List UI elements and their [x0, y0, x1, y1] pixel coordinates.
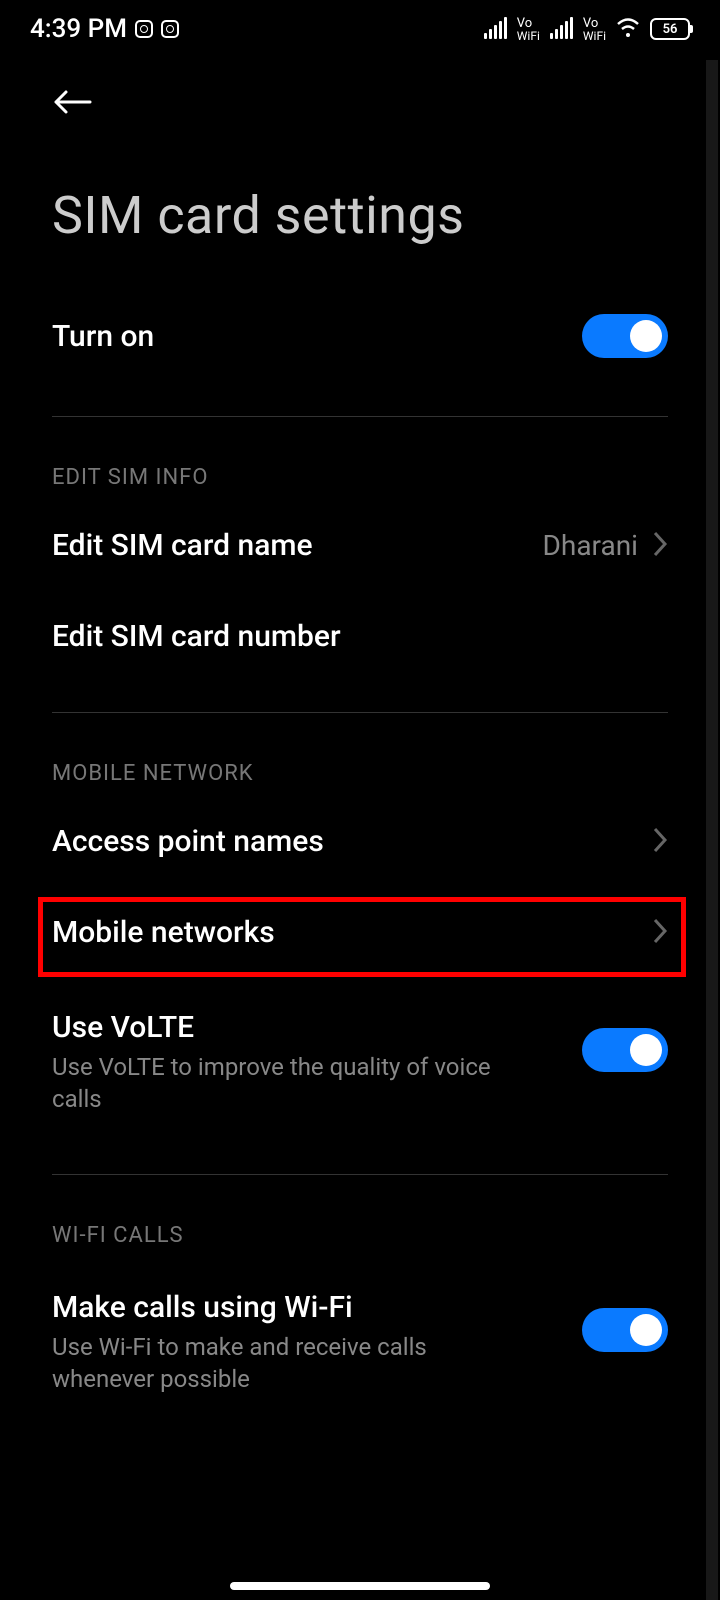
chevron-right-icon	[652, 917, 668, 949]
battery-indicator: 56	[650, 18, 690, 40]
scrollbar[interactable]	[706, 60, 718, 1600]
edit-sim-name-value: Dharani	[543, 529, 638, 562]
divider	[52, 712, 668, 713]
turn-on-label: Turn on	[52, 319, 154, 354]
volte-toggle[interactable]	[582, 1028, 668, 1072]
page-title: SIM card settings	[0, 130, 720, 286]
turn-on-toggle[interactable]	[582, 314, 668, 358]
status-time: 4:39 PM	[30, 14, 127, 44]
volte-row[interactable]: Use VoLTE Use VoLTE to improve the quali…	[52, 978, 668, 1144]
apn-label: Access point names	[52, 824, 324, 859]
volte-label: Use VoLTE	[52, 1010, 532, 1045]
vowifi-indicator: Vo WiFi	[583, 17, 606, 42]
edit-sim-name-label: Edit SIM card name	[52, 528, 313, 563]
signal-icon	[484, 19, 507, 39]
turn-on-row[interactable]: Turn on	[52, 286, 668, 386]
wifi-calls-row[interactable]: Make calls using Wi-Fi Use Wi-Fi to make…	[52, 1258, 668, 1424]
edit-sim-name-row[interactable]: Edit SIM card name Dharani	[52, 500, 668, 591]
back-button[interactable]	[52, 88, 668, 120]
edit-sim-number-row[interactable]: Edit SIM card number	[52, 591, 668, 682]
section-edit-sim-info: EDIT SIM INFO	[52, 437, 668, 500]
status-bar: 4:39 PM Vo WiFi Vo WiFi 56	[0, 0, 720, 58]
mobile-networks-row[interactable]: Mobile networks	[52, 887, 668, 978]
volte-sub: Use VoLTE to improve the quality of voic…	[52, 1051, 532, 1116]
chevron-right-icon	[652, 530, 668, 562]
divider	[52, 1174, 668, 1175]
instagram-icon	[161, 20, 179, 38]
section-mobile-network: MOBILE NETWORK	[52, 733, 668, 796]
wifi-calls-sub: Use Wi-Fi to make and receive calls when…	[52, 1331, 532, 1396]
mobile-networks-label: Mobile networks	[52, 915, 275, 950]
divider	[52, 416, 668, 417]
instagram-icon	[135, 20, 153, 38]
wifi-calls-label: Make calls using Wi-Fi	[52, 1290, 532, 1325]
wifi-icon	[616, 17, 640, 41]
chevron-right-icon	[652, 826, 668, 858]
edit-sim-number-label: Edit SIM card number	[52, 619, 341, 654]
wifi-calls-toggle[interactable]	[582, 1308, 668, 1352]
home-indicator[interactable]	[230, 1582, 490, 1590]
signal-icon	[550, 19, 573, 39]
section-wifi-calls: WI-FI CALLS	[52, 1195, 668, 1258]
apn-row[interactable]: Access point names	[52, 796, 668, 887]
vowifi-indicator: Vo WiFi	[517, 17, 540, 42]
